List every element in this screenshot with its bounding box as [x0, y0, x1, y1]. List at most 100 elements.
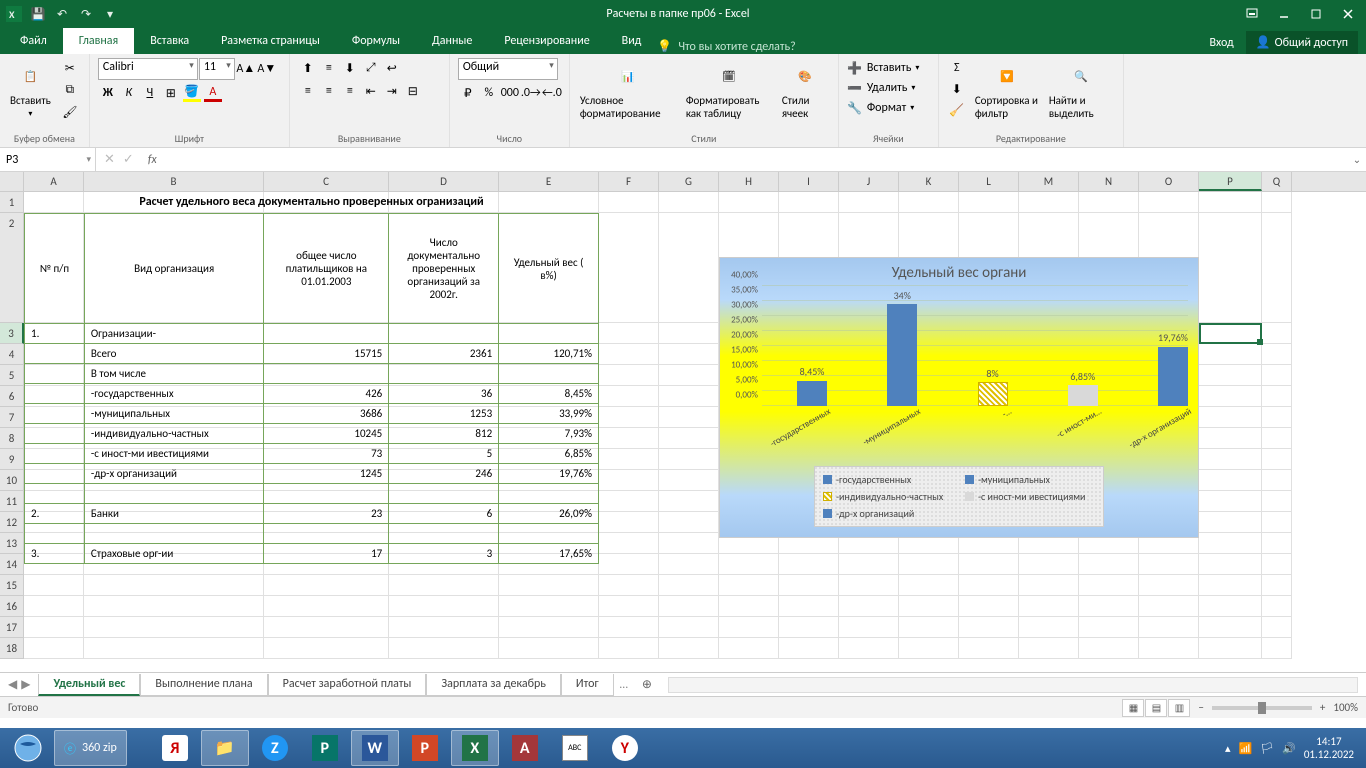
col-header[interactable]: Q — [1262, 172, 1292, 191]
table-cell[interactable] — [499, 324, 599, 344]
cell[interactable] — [839, 192, 899, 213]
cell[interactable] — [1262, 512, 1292, 533]
task-access[interactable]: A — [501, 730, 549, 766]
cell[interactable] — [719, 192, 779, 213]
indent-increase-icon[interactable]: ⇥ — [382, 81, 402, 101]
cell[interactable] — [659, 554, 719, 575]
currency-icon[interactable]: ₽ — [458, 83, 478, 103]
cancel-formula-icon[interactable]: ✕ — [104, 152, 115, 167]
cell[interactable] — [599, 344, 659, 365]
cell[interactable] — [1199, 192, 1262, 213]
sheet-tab[interactable]: Расчет заработной платы — [268, 674, 427, 696]
cell[interactable] — [1262, 470, 1292, 491]
row-header[interactable]: 8 — [0, 428, 24, 449]
col-header[interactable]: K — [899, 172, 959, 191]
cell[interactable] — [599, 617, 659, 638]
col-header[interactable]: E — [499, 172, 599, 191]
formula-input[interactable] — [163, 148, 1348, 171]
table-cell[interactable] — [499, 364, 599, 384]
table-cell[interactable] — [25, 344, 85, 364]
qat-more-icon[interactable]: ▾ — [102, 6, 118, 22]
table-cell[interactable] — [25, 424, 85, 444]
cell[interactable] — [499, 617, 599, 638]
cell[interactable] — [84, 575, 264, 596]
table-cell[interactable]: 19,76% — [499, 464, 599, 484]
cell[interactable] — [1262, 407, 1292, 428]
embedded-chart[interactable]: Удельный вес органи0,00%5,00%10,00%15,00… — [719, 257, 1199, 538]
cell[interactable] — [659, 512, 719, 533]
cell[interactable] — [659, 491, 719, 512]
cell[interactable] — [899, 617, 959, 638]
row-header[interactable]: 18 — [0, 638, 24, 659]
cell[interactable] — [1199, 491, 1262, 512]
cell[interactable] — [959, 617, 1019, 638]
add-sheet-button[interactable]: ⊕ — [634, 677, 660, 692]
format-painter-icon[interactable]: 🖌 — [59, 102, 81, 122]
cell[interactable] — [1019, 554, 1079, 575]
col-header[interactable]: B — [84, 172, 264, 191]
cell[interactable] — [959, 192, 1019, 213]
conditional-format-button[interactable]: 📊Условное форматирование — [578, 58, 678, 122]
cell[interactable] — [659, 323, 719, 344]
font-name-combo[interactable]: Calibri — [98, 58, 198, 80]
cell[interactable] — [779, 554, 839, 575]
row-header[interactable]: 16 — [0, 596, 24, 617]
cell[interactable] — [1262, 575, 1292, 596]
task-excel[interactable]: X — [451, 730, 499, 766]
col-header[interactable]: F — [599, 172, 659, 191]
cell[interactable] — [899, 554, 959, 575]
table-cell[interactable]: 6 — [389, 504, 499, 524]
cell[interactable] — [659, 386, 719, 407]
align-right-icon[interactable]: ≡ — [340, 81, 360, 101]
cell[interactable] — [599, 638, 659, 659]
cell[interactable] — [779, 596, 839, 617]
cell[interactable] — [1199, 344, 1262, 365]
cell[interactable] — [84, 596, 264, 617]
cell[interactable] — [779, 638, 839, 659]
table-cell[interactable]: Страховые орг-ии — [84, 544, 264, 564]
col-header[interactable]: A — [24, 172, 84, 191]
cell[interactable] — [389, 638, 499, 659]
indent-decrease-icon[interactable]: ⇤ — [361, 81, 381, 101]
table-cell[interactable]: 246 — [389, 464, 499, 484]
cell[interactable] — [1199, 596, 1262, 617]
cell[interactable] — [659, 407, 719, 428]
table-cell[interactable]: 6,85% — [499, 444, 599, 464]
cell[interactable] — [1262, 533, 1292, 554]
cell[interactable] — [1262, 617, 1292, 638]
cell[interactable] — [24, 617, 84, 638]
cell[interactable] — [84, 638, 264, 659]
table-cell[interactable]: 15715 — [264, 344, 389, 364]
sheet-nav-first-icon[interactable]: ◀ — [8, 677, 17, 692]
minimize-icon[interactable] — [1270, 3, 1298, 25]
cell[interactable] — [1262, 449, 1292, 470]
cell[interactable] — [659, 575, 719, 596]
table-cell[interactable] — [264, 324, 389, 344]
cell[interactable] — [499, 575, 599, 596]
task-explorer[interactable]: 📁 — [201, 730, 249, 766]
cell[interactable] — [1019, 638, 1079, 659]
cell[interactable] — [264, 596, 389, 617]
table-cell[interactable] — [25, 364, 85, 384]
border-button[interactable]: ⊞ — [161, 83, 181, 103]
cell[interactable] — [1199, 575, 1262, 596]
cell[interactable] — [839, 554, 899, 575]
font-color-button[interactable]: A — [203, 83, 223, 103]
row-header[interactable]: 4 — [0, 344, 24, 365]
fx-icon[interactable]: fx — [142, 153, 163, 167]
cell[interactable] — [599, 596, 659, 617]
sheet-tab[interactable]: Выполнение плана — [140, 674, 267, 696]
cell[interactable] — [1019, 575, 1079, 596]
row-header[interactable]: 17 — [0, 617, 24, 638]
cell[interactable] — [839, 575, 899, 596]
cell[interactable] — [659, 533, 719, 554]
cell[interactable] — [1199, 617, 1262, 638]
fill-icon[interactable]: ⬇ — [947, 79, 967, 99]
table-cell[interactable]: 3686 — [264, 404, 389, 424]
cell[interactable] — [264, 638, 389, 659]
row-header[interactable]: 10 — [0, 470, 24, 491]
cell[interactable] — [1139, 638, 1199, 659]
table-cell[interactable]: В том числе — [84, 364, 264, 384]
table-header-cell[interactable]: № п/п — [25, 214, 85, 324]
cell[interactable] — [659, 428, 719, 449]
